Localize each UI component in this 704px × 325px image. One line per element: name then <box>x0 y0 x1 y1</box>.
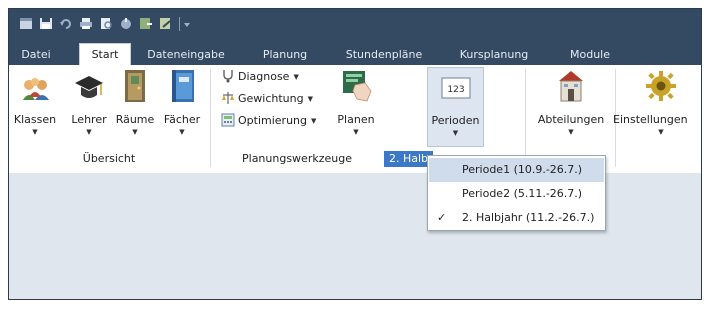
customize-toolbar-icon[interactable] <box>183 17 191 30</box>
stethoscope-icon <box>223 70 233 83</box>
tool-icon[interactable] <box>119 17 133 30</box>
chevron-down-icon: ▼ <box>568 128 574 136</box>
tab-module[interactable]: Module <box>565 44 615 65</box>
menu-item-label: Periode2 (5.11.-26.7.) <box>462 187 583 200</box>
chevron-down-icon: ▼ <box>293 73 299 81</box>
tab-planung[interactable]: Planung <box>259 44 311 65</box>
chevron-down-icon: ▼ <box>32 128 38 136</box>
group-label-planungswerkzeuge: Planungswerkzeuge <box>242 152 352 165</box>
tab-stundenplaene[interactable]: Stundenpläne <box>343 44 425 65</box>
chevron-down-icon: ▼ <box>86 128 92 136</box>
app-window: Datei Start Dateneingabe Planung Stunden… <box>8 8 702 300</box>
import-icon[interactable] <box>159 17 173 30</box>
menu-item-periode1[interactable]: Periode1 (10.9.-26.7.) <box>429 158 604 182</box>
diagnose-label: Diagnose <box>238 70 290 83</box>
perioden-dropdown-menu: Periode1 (10.9.-26.7.) Periode2 (5.11.-2… <box>427 155 606 231</box>
building-icon <box>559 71 583 102</box>
menu-item-label: 2. Halbjahr (11.2.-26.7.) <box>462 211 595 224</box>
perioden-label: Perioden <box>431 114 480 127</box>
calendar-range-icon: 123 <box>441 77 471 99</box>
group-label-uebersicht: Übersicht <box>82 152 136 165</box>
chevron-down-icon: ▼ <box>658 128 664 136</box>
save-icon[interactable] <box>39 17 53 30</box>
tab-kursplanung[interactable]: Kursplanung <box>455 44 533 65</box>
menu-item-2-halbjahr[interactable]: ✓ 2. Halbjahr (11.2.-26.7.) <box>429 206 604 230</box>
chevron-down-icon: ▼ <box>311 117 317 125</box>
checkmark-icon: ✓ <box>437 211 447 224</box>
perioden-button[interactable]: 123 Perioden ▼ <box>427 67 484 147</box>
group-separator <box>525 69 526 167</box>
chevron-down-icon: ▼ <box>179 128 185 136</box>
diagnose-button[interactable]: Diagnose ▼ <box>221 67 299 87</box>
einstellungen-label: Einstellungen <box>613 113 688 126</box>
gewichtung-button[interactable]: Gewichtung ▼ <box>221 89 313 109</box>
export-icon[interactable] <box>139 17 153 30</box>
abteilungen-label: Abteilungen <box>537 113 605 126</box>
gear-icon <box>646 71 676 101</box>
chevron-down-icon: ▼ <box>452 129 459 137</box>
print-icon[interactable] <box>79 17 93 30</box>
teacher-icon <box>75 76 103 98</box>
optimierung-button[interactable]: Optimierung ▼ <box>221 111 316 131</box>
chevron-down-icon: ▼ <box>307 95 313 103</box>
hand-board-icon <box>343 71 372 102</box>
menu-item-label: Periode1 (10.9.-26.7.) <box>462 163 583 176</box>
tab-datei[interactable]: Datei <box>15 44 57 65</box>
klassen-label: Klassen <box>13 113 57 126</box>
tab-start[interactable]: Start <box>79 43 131 66</box>
classes-icon <box>23 78 49 100</box>
group-label-halbjahr: 2. Halb <box>384 151 434 167</box>
scale-icon <box>222 92 234 104</box>
book-icon <box>172 70 194 102</box>
calculator-icon <box>221 113 235 127</box>
door-icon <box>125 70 145 102</box>
undo-icon[interactable] <box>59 17 73 30</box>
preview-icon[interactable] <box>99 17 113 30</box>
qat-separator <box>179 17 180 31</box>
faecher-label: Fächer <box>163 113 201 126</box>
chevron-down-icon: ▼ <box>353 128 359 136</box>
quick-access-toolbar <box>9 9 701 39</box>
raeume-label: Räume <box>115 113 155 126</box>
chevron-down-icon: ▼ <box>132 128 138 136</box>
optimierung-label: Optimierung <box>238 114 307 127</box>
perioden-icon-text: 123 <box>447 85 464 95</box>
planen-label: Planen <box>337 113 375 126</box>
new-icon[interactable] <box>19 17 33 30</box>
gewichtung-label: Gewichtung <box>238 92 304 105</box>
ribbon-tabs: Datei Start Dateneingabe Planung Stunden… <box>9 39 701 66</box>
lehrer-label: Lehrer <box>71 113 107 126</box>
menu-item-periode2[interactable]: Periode2 (5.11.-26.7.) <box>429 182 604 206</box>
tab-dateneingabe[interactable]: Dateneingabe <box>147 44 225 65</box>
